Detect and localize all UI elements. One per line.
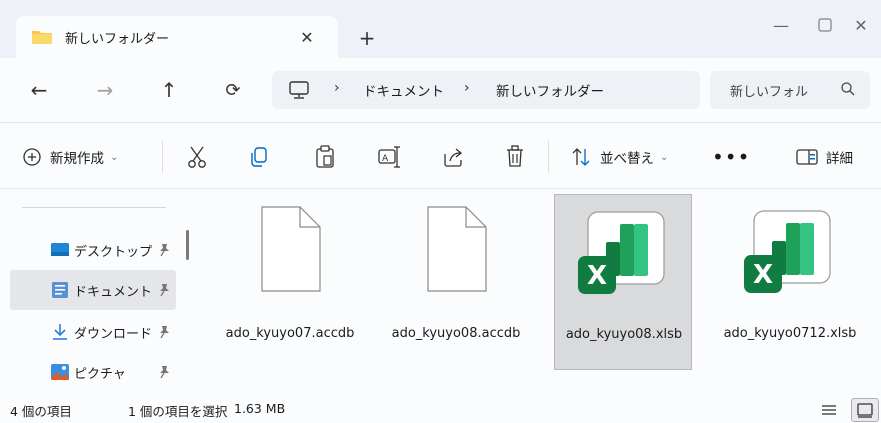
- chevron-down-icon: ⌄: [110, 151, 119, 163]
- minimize-icon[interactable]: —: [766, 12, 796, 38]
- download-icon: [53, 324, 67, 340]
- sidebar-item-desktop[interactable]: デスクトップ: [10, 230, 176, 270]
- sidebar-item-label: ダウンロード: [74, 326, 153, 342]
- navigation-pane: デスクトップ ドキュメント ダウンロード ピクチャ: [0, 189, 200, 398]
- search-box[interactable]: 新しいフォル: [710, 71, 870, 109]
- selection-count: 1 個の項目を選択: [128, 404, 228, 419]
- file-item[interactable]: ado_kyuyo07.accdb: [221, 194, 359, 370]
- cut-icon[interactable]: [186, 144, 208, 170]
- rename-icon[interactable]: A: [377, 144, 401, 170]
- up-icon[interactable]: ↑: [154, 76, 184, 104]
- toolbar-divider: [162, 141, 163, 173]
- tab-current-folder[interactable]: 新しいフォルダー ✕: [16, 16, 338, 58]
- search-icon: [841, 82, 855, 96]
- sidebar-item-label: デスクトップ: [74, 244, 153, 260]
- search-placeholder: 新しいフォル: [730, 85, 809, 100]
- new-button[interactable]: 新規作成 ⌄: [22, 144, 118, 170]
- chevron-right-icon: ›: [334, 80, 340, 96]
- details-view-icon[interactable]: [818, 400, 840, 420]
- toolbar-divider: [548, 141, 549, 173]
- large-icons-view-icon: [857, 403, 873, 418]
- details-button-label: 詳細: [826, 151, 853, 167]
- breadcrumb[interactable]: › ドキュメント › 新しいフォルダー: [272, 71, 700, 109]
- generic-file-icon: [261, 206, 321, 292]
- sidebar-item-label: ドキュメント: [74, 284, 153, 300]
- pin-icon[interactable]: [158, 243, 170, 257]
- maximize-icon[interactable]: [810, 12, 840, 38]
- sidebar-item-label: ピクチャ: [74, 366, 126, 382]
- desktop-icon: [51, 243, 69, 256]
- folder-icon: [32, 31, 52, 44]
- refresh-icon[interactable]: ⟳: [218, 76, 248, 104]
- selection-size: 1.63 MB: [234, 401, 286, 416]
- pin-icon[interactable]: [158, 283, 170, 297]
- command-bar: 新規作成 ⌄ A 並べ替え ⌄ ••• 詳細: [0, 122, 881, 189]
- excel-file-icon: X: [744, 210, 831, 293]
- details-pane-icon: [796, 149, 818, 165]
- item-count: 4 個の項目: [10, 404, 72, 419]
- sort-button-label: 並べ替え: [600, 151, 654, 167]
- sidebar-scrollbar-thumb[interactable]: [186, 230, 189, 260]
- sidebar-divider: [22, 207, 166, 208]
- documents-icon: [52, 282, 68, 298]
- this-pc-icon[interactable]: [288, 80, 310, 100]
- excel-file-icon: X: [578, 211, 665, 294]
- sidebar-item-pictures[interactable]: ピクチャ: [10, 352, 176, 392]
- share-icon[interactable]: [442, 144, 464, 170]
- address-bar: ← → ↑ ⟳ › ドキュメント › 新しいフォルダー 新しいフォル: [0, 58, 881, 122]
- copy-icon[interactable]: [248, 144, 270, 170]
- sort-icon: [572, 148, 590, 166]
- sidebar-item-documents[interactable]: ドキュメント: [10, 270, 176, 310]
- title-bar: 新しいフォルダー ✕ + — ✕: [0, 0, 881, 58]
- file-item[interactable]: ado_kyuyo08.accdb: [387, 194, 525, 370]
- sidebar-item-downloads[interactable]: ダウンロード: [10, 312, 176, 352]
- close-tab-icon[interactable]: ✕: [296, 26, 318, 48]
- add-circle-icon: [23, 148, 41, 166]
- pictures-icon: [51, 364, 69, 380]
- chevron-right-icon: ›: [464, 80, 470, 96]
- close-window-icon[interactable]: ✕: [846, 12, 876, 38]
- chevron-down-icon: ⌄: [660, 151, 669, 163]
- tab-title: 新しいフォルダー: [65, 32, 170, 47]
- back-icon[interactable]: ←: [24, 76, 54, 104]
- file-name: ado_kyuyo08.xlsb: [565, 327, 683, 342]
- file-item-selected[interactable]: X ado_kyuyo08.xlsb: [554, 194, 692, 370]
- generic-file-icon: [427, 206, 487, 292]
- more-options-icon[interactable]: •••: [712, 144, 750, 170]
- svg-text:A: A: [382, 154, 389, 164]
- breadcrumb-new-folder[interactable]: 新しいフォルダー: [496, 80, 604, 100]
- forward-icon[interactable]: →: [90, 76, 120, 104]
- pin-icon[interactable]: [158, 365, 170, 379]
- new-button-label: 新規作成: [50, 151, 104, 167]
- delete-icon[interactable]: [504, 144, 526, 170]
- file-name: ado_kyuyo07.accdb: [225, 326, 355, 341]
- file-name: ado_kyuyo08.accdb: [391, 326, 521, 341]
- svg-text:X: X: [753, 260, 773, 290]
- large-icons-view-button[interactable]: [851, 398, 879, 422]
- new-tab-icon[interactable]: +: [355, 26, 379, 50]
- pin-icon[interactable]: [158, 325, 170, 339]
- svg-text:X: X: [587, 261, 607, 291]
- sort-button[interactable]: 並べ替え ⌄: [570, 144, 668, 170]
- file-item[interactable]: X ado_kyuyo0712.xlsb: [721, 194, 859, 370]
- details-button[interactable]: 詳細: [796, 144, 853, 170]
- paste-icon[interactable]: [314, 144, 336, 170]
- breadcrumb-documents[interactable]: ドキュメント: [363, 80, 444, 100]
- status-bar: 4 個の項目 1 個の項目を選択 1.63 MB: [0, 398, 881, 423]
- file-name: ado_kyuyo0712.xlsb: [723, 326, 857, 341]
- file-view: ado_kyuyo07.accdb ado_kyuyo08.accdb X ad…: [200, 189, 881, 398]
